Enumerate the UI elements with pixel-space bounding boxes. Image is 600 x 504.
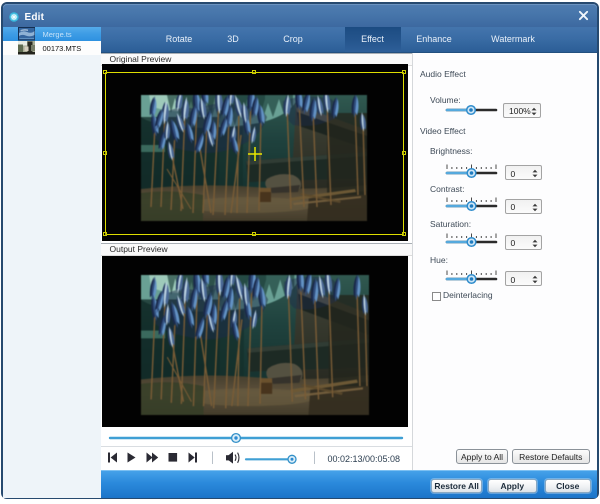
svg-text:00:02:13/00:05:08: 00:02:13/00:05:08 <box>328 454 401 464</box>
